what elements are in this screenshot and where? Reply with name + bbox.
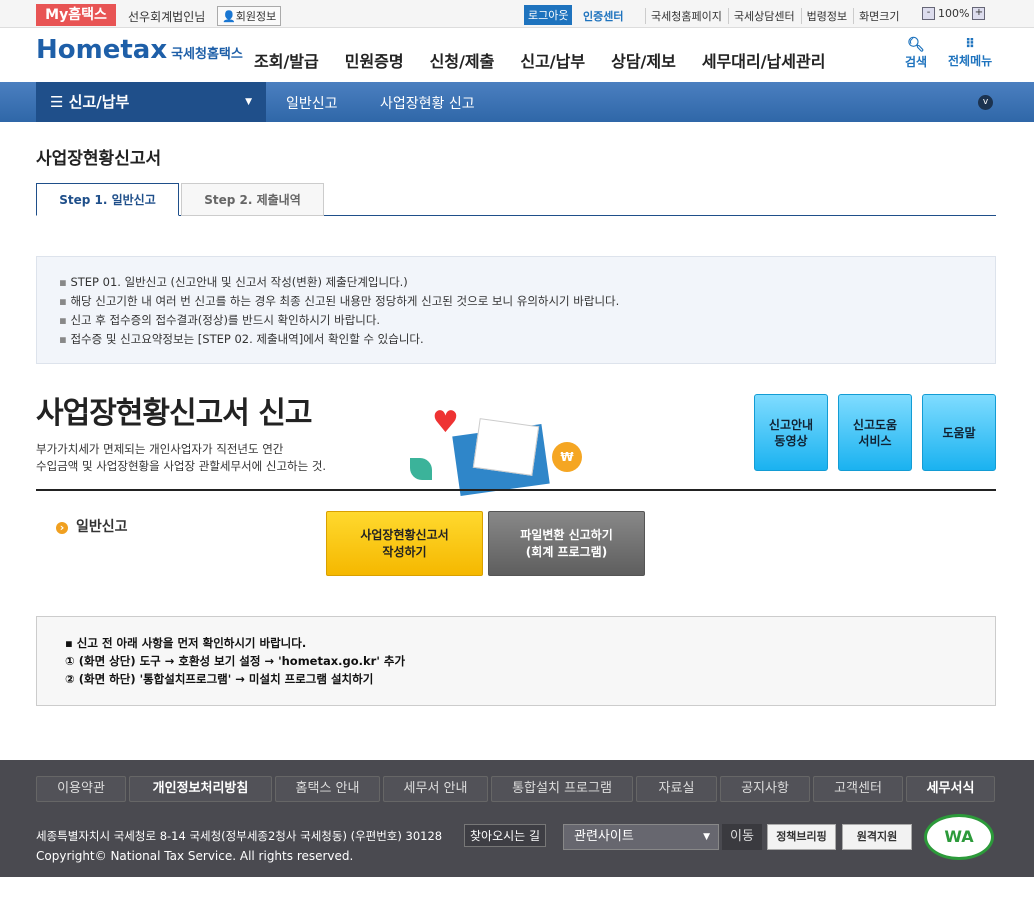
menu-apply[interactable]: 신청/제출 [430, 48, 495, 72]
policy-briefing-button[interactable]: 정책브리핑 [767, 824, 836, 850]
help-service-button[interactable]: 신고도움 서비스 [838, 394, 912, 471]
caret-down-icon: ▼ [245, 97, 252, 107]
member-info-button[interactable]: 👤회원정보 [217, 6, 282, 26]
divider [36, 489, 996, 491]
notice-line: ② (화면 하단) '통합설치프로그램' → 미설치 프로그램 설치하기 [65, 672, 374, 686]
location-bar: ☰ 신고/납부 ▼ 일반신고 사업장현황 신고 v [0, 82, 1034, 122]
btn-line: 작성하기 [382, 544, 427, 559]
footer-tax-forms[interactable]: 세무서식 [906, 776, 995, 802]
consult-center-link[interactable]: 국세상담센터 [727, 8, 795, 24]
zoom-level: 100% [938, 7, 970, 20]
info-line: 접수증 및 신고요약정보는 [STEP 02. 제출내역]에서 확인할 수 있습… [59, 330, 973, 349]
remote-support-button[interactable]: 원격지원 [842, 824, 912, 850]
info-line: 신고 후 접수증의 접수결과(정상)를 반드시 확인하시기 바랍니다. [59, 311, 973, 330]
tab-step2[interactable]: Step 2. 제출내역 [181, 183, 324, 216]
breadcrumb-business-report[interactable]: 사업장현황 신고 [380, 93, 475, 113]
general-report-label: 일반신고 [56, 516, 128, 536]
related-sites-select[interactable]: 관련사이트 ▼ [563, 824, 719, 850]
logo-sub: 국세청홈택스 [171, 47, 243, 62]
all-menu-label: 전체메뉴 [948, 54, 993, 68]
write-report-button[interactable]: 사업장현황신고서작성하기 [326, 511, 483, 576]
grid-icon: ⠿ [965, 37, 976, 52]
search-icon: 🔍︎ [907, 37, 925, 53]
person-icon: 👤 [222, 10, 236, 23]
footer: 이용약관 개인정보처리방침 홈택스 안내 세무서 안내 통합설치 프로그램 자료… [0, 760, 1034, 877]
logo-text: Hometax [36, 35, 168, 65]
banner-description: 부가가치세가 면제되는 개인사업자가 직전년도 연간수입금액 및 사업장현황을 … [36, 441, 326, 475]
menu-civil[interactable]: 민원증명 [345, 48, 404, 72]
btn-line: (회계 프로그램) [525, 544, 608, 559]
info-box: STEP 01. 일반신고 (신고안내 및 신고서 작성(변환) 제출단계입니다… [36, 256, 996, 364]
nts-home-link[interactable]: 국세청홈페이지 [645, 8, 722, 24]
footer-hometax-guide[interactable]: 홈택스 안내 [275, 776, 380, 802]
tab-step1[interactable]: Step 1. 일반신고 [36, 183, 179, 216]
go-button[interactable]: 이동 [722, 824, 762, 850]
member-info-label: 회원정보 [235, 10, 277, 23]
search-label: 검색 [905, 55, 928, 69]
screen-size-label: 화면크기 [853, 8, 900, 24]
all-menu-button[interactable]: ⠿ 전체메뉴 [948, 37, 992, 69]
notice-line: ▪ 신고 전 아래 사항을 먼저 확인하시기 바랍니다. [65, 636, 307, 650]
desc-line: 부가가치세가 면제되는 개인사업자가 직전년도 연간 [36, 442, 284, 456]
guide-video-button[interactable]: 신고안내 동영상 [754, 394, 828, 471]
header: Hometax 국세청홈택스 조회/발급 민원증명 신청/제출 신고/납부 상담/… [0, 29, 1034, 82]
footer-customer[interactable]: 고객센터 [813, 776, 903, 802]
address: 세종특별자치시 국세청로 8-14 국세청(정부세종2청사 국세청동) (우편번… [36, 829, 443, 843]
desc-line: 수입금액 및 사업장현황을 사업장 관할세무서에 신고하는 것. [36, 459, 327, 473]
chevron-down-icon[interactable]: v [978, 95, 993, 110]
btn-line: 사업장현황신고서 [360, 527, 449, 542]
help-label: 도움말 [942, 425, 976, 440]
footer-office-guide[interactable]: 세무서 안내 [383, 776, 488, 802]
law-info-link[interactable]: 법령정보 [800, 8, 847, 24]
hometax-logo[interactable]: Hometax 국세청홈택스 [36, 35, 243, 65]
info-line: 해당 신고기한 내 여러 번 신고를 하는 경우 최종 신고된 내용만 정당하게… [59, 292, 973, 311]
footer-library[interactable]: 자료실 [636, 776, 717, 802]
footer-terms[interactable]: 이용약관 [36, 776, 126, 802]
menu-inquiry[interactable]: 조회/발급 [254, 48, 319, 72]
notice-box: ▪ 신고 전 아래 사항을 먼저 확인하시기 바랍니다. ① (화면 상단) 도… [36, 616, 996, 706]
wa-certification-logo: WA [924, 814, 994, 860]
find-way-button[interactable]: 찾아오시는 길 [464, 824, 547, 847]
help-service-label: 신고도움 서비스 [852, 417, 898, 448]
zoom-out-button[interactable]: - [922, 7, 935, 20]
related-sites-label: 관련사이트 [574, 829, 634, 844]
menu-consult[interactable]: 상담/제보 [611, 48, 676, 72]
my-hometax-button[interactable]: My홈택스 [36, 4, 116, 26]
file-convert-button[interactable]: 파일변환 신고하기 (회계 프로그램) [488, 511, 645, 576]
top-bar: My홈택스 선우회계법인님 👤회원정보 로그아웃 인증센터 국세청홈페이지 국세상… [0, 0, 1034, 28]
notice-line: ① (화면 상단) 도구 → 호환성 보기 설정 → 'hometax.go.k… [65, 654, 406, 668]
info-line: STEP 01. 일반신고 (신고안내 및 신고서 작성(변환) 제출단계입니다… [59, 273, 973, 292]
banner-title: 사업장현황신고서 신고 [36, 396, 312, 431]
guide-video-label: 신고안내 동영상 [768, 417, 814, 448]
footer-privacy[interactable]: 개인정보처리방침 [129, 776, 272, 802]
zoom-in-button[interactable]: + [972, 7, 986, 20]
breadcrumb-general[interactable]: 일반신고 [286, 93, 338, 113]
envelope-illustration: ♥ ₩ [410, 400, 590, 496]
step-tabs: Step 1. 일반신고 Step 2. 제출내역 [36, 183, 996, 216]
btn-line: 파일변환 신고하기 [520, 527, 613, 542]
menu-report[interactable]: 신고/납부 [520, 48, 585, 72]
caret-down-icon: ▼ [703, 832, 710, 842]
footer-install[interactable]: 통합설치 프로그램 [491, 776, 633, 802]
copyright: Copyright© National Tax Service. All rig… [36, 849, 354, 863]
help-button[interactable]: 도움말 [922, 394, 996, 471]
cert-center-link[interactable]: 인증센터 [583, 8, 623, 24]
menu-agent[interactable]: 세무대리/납세관리 [702, 48, 826, 72]
current-menu-label: 신고/납부 [68, 93, 130, 111]
logout-button[interactable]: 로그아웃 [524, 5, 573, 25]
user-name: 선우회계법인님 [128, 10, 206, 24]
current-menu-dropdown[interactable]: ☰ 신고/납부 ▼ [36, 82, 266, 122]
page-title: 사업장현황신고서 [36, 149, 162, 169]
search-button[interactable]: 🔍︎ 검색 [905, 37, 927, 70]
footer-notice[interactable]: 공지사항 [720, 776, 810, 802]
